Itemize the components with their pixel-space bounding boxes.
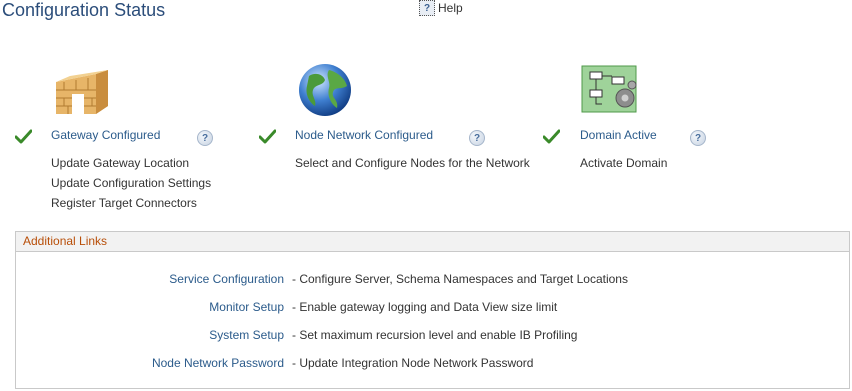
globe-icon	[299, 64, 351, 116]
check-icon	[259, 129, 276, 144]
monitor-setup-description: - Enable gateway logging and Data View s…	[292, 300, 558, 314]
link-row: System Setup - Set maximum recursion lev…	[16, 328, 849, 344]
domain-links: Activate Domain	[580, 156, 667, 176]
monitor-setup-link[interactable]: Monitor Setup	[209, 300, 284, 314]
service-configuration-link[interactable]: Service Configuration	[169, 272, 284, 286]
select-configure-nodes-link[interactable]: Select and Configure Nodes for the Netwo…	[295, 156, 530, 176]
help-label[interactable]: Help	[438, 1, 463, 15]
link-row: Service Configuration - Configure Server…	[16, 272, 849, 288]
link-row: Node Network Password - Update Integrati…	[16, 356, 849, 372]
node-network-password-link[interactable]: Node Network Password	[152, 356, 284, 370]
help-link[interactable]: ? Help	[419, 0, 463, 16]
gateway-configured-link[interactable]: Gateway Configured	[51, 128, 160, 142]
help-icon[interactable]: ?	[419, 0, 435, 16]
check-icon	[15, 129, 32, 144]
update-gateway-location-link[interactable]: Update Gateway Location	[51, 156, 211, 176]
domain-flowchart-icon	[581, 65, 637, 113]
page-title: Configuration Status	[2, 0, 166, 20]
node-network-help-icon[interactable]: ?	[469, 130, 485, 146]
system-setup-description: - Set maximum recursion level and enable…	[292, 328, 578, 342]
node-network-password-description: - Update Integration Node Network Passwo…	[292, 356, 534, 370]
activate-domain-link[interactable]: Activate Domain	[580, 156, 667, 176]
node-network-links: Select and Configure Nodes for the Netwo…	[295, 156, 530, 176]
additional-links-header: Additional Links	[16, 232, 849, 252]
gateway-help-icon[interactable]: ?	[197, 130, 213, 146]
gateway-wall-icon	[56, 70, 108, 114]
node-network-configured-link[interactable]: Node Network Configured	[295, 128, 433, 142]
domain-help-icon[interactable]: ?	[690, 130, 706, 146]
system-setup-link[interactable]: System Setup	[209, 328, 284, 342]
domain-active-link[interactable]: Domain Active	[580, 128, 657, 142]
additional-links-section: Additional Links Service Configuration -…	[15, 231, 850, 389]
check-icon	[543, 129, 560, 144]
register-target-connectors-link[interactable]: Register Target Connectors	[51, 196, 211, 216]
update-configuration-settings-link[interactable]: Update Configuration Settings	[51, 176, 211, 196]
gateway-links: Update Gateway Location Update Configura…	[51, 156, 211, 216]
link-row: Monitor Setup - Enable gateway logging a…	[16, 300, 849, 316]
service-configuration-description: - Configure Server, Schema Namespaces an…	[292, 272, 628, 286]
